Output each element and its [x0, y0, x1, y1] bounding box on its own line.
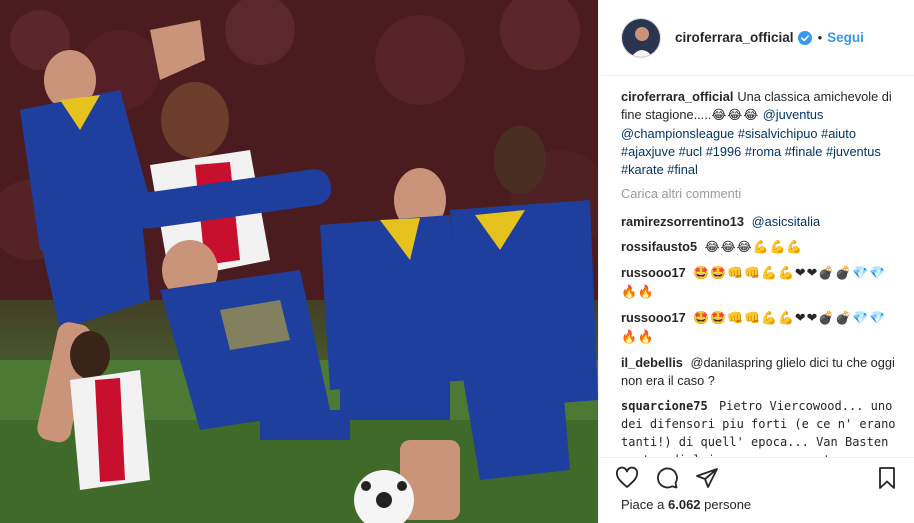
post-header: ciroferrara_official • Segui	[599, 0, 914, 76]
username-link[interactable]: ciroferrara_official	[675, 30, 794, 45]
post-side-panel: ciroferrara_official • Segui ciroferrara…	[598, 0, 914, 523]
comment-text[interactable]: @asicsitalia	[752, 214, 820, 229]
avatar[interactable]	[621, 17, 661, 58]
hashtag-link[interactable]: #final	[667, 162, 698, 177]
comment-text: 😂😂😂💪💪💪	[704, 240, 804, 255]
post-photo[interactable]	[0, 0, 598, 523]
football-match-illustration	[0, 0, 598, 523]
verified-badge-icon	[797, 30, 812, 45]
comments-list[interactable]: ciroferrara_official Una classica amichev…	[621, 88, 901, 457]
bookmark-icon[interactable]	[875, 466, 899, 490]
likes-number: 6.062	[668, 497, 701, 512]
hashtag-link[interactable]: #sisalvichipuo	[738, 126, 818, 141]
hashtag-link[interactable]: #finale	[785, 144, 823, 159]
load-more-comments-button[interactable]: Carica altri commenti	[621, 185, 901, 203]
likes-count[interactable]: Piace a 6.062 persone	[621, 497, 751, 512]
likes-suffix: persone	[704, 497, 752, 512]
hashtag-link[interactable]: #karate	[621, 162, 664, 177]
hashtag-link[interactable]: #roma	[745, 144, 781, 159]
post-caption: ciroferrara_official Una classica amichev…	[621, 88, 901, 179]
hashtag-link[interactable]: @championsleague	[621, 126, 734, 141]
hashtag-link[interactable]: @juventus	[763, 107, 824, 122]
comment-item: il_debellis @danilaspring glielo dici tu…	[621, 354, 901, 390]
hashtag-link[interactable]: #1996	[706, 144, 742, 159]
comment-bubble-icon[interactable]	[655, 466, 679, 490]
hashtag-link[interactable]: #ucl	[679, 144, 702, 159]
follow-button[interactable]: Segui	[827, 30, 864, 45]
hashtag-link[interactable]: #aiuto	[821, 126, 856, 141]
comment-username[interactable]: rossifausto5	[621, 239, 697, 254]
hashtag-link[interactable]: #ajaxjuve	[621, 144, 675, 159]
comment-item: squarcione75 Pietro Viercowood... uno de…	[621, 397, 901, 457]
hashtag-link[interactable]: #juventus	[826, 144, 881, 159]
comment-item: russooo17 🤩🤩👊👊💪💪❤❤💣💣💎💎🔥🔥	[621, 309, 901, 347]
instagram-post: ciroferrara_official • Segui ciroferrara…	[0, 0, 914, 523]
likes-prefix: Piace a	[621, 497, 665, 512]
comment-item: russooo17 🤩🤩👊👊💪💪❤❤💣💣💎💎🔥🔥	[621, 264, 901, 302]
comment-item: rossifausto5 😂😂😂💪💪💪	[621, 238, 901, 257]
comment-username[interactable]: il_debellis	[621, 355, 683, 370]
caption-emojis: 😂😂😂	[711, 108, 760, 123]
comment-username[interactable]: squarcione75	[621, 399, 708, 413]
comment-username[interactable]: russooo17	[621, 265, 686, 280]
separator-dot: •	[817, 30, 823, 45]
comment-item: ramirezsorrentino13 @asicsitalia	[621, 213, 901, 231]
share-icon[interactable]	[695, 466, 719, 490]
post-actions-bar	[599, 457, 914, 497]
caption-username[interactable]: ciroferrara_official	[621, 89, 733, 104]
heart-icon[interactable]	[615, 466, 639, 490]
comment-username[interactable]: russooo17	[621, 310, 686, 325]
comment-username[interactable]: ramirezsorrentino13	[621, 214, 744, 229]
